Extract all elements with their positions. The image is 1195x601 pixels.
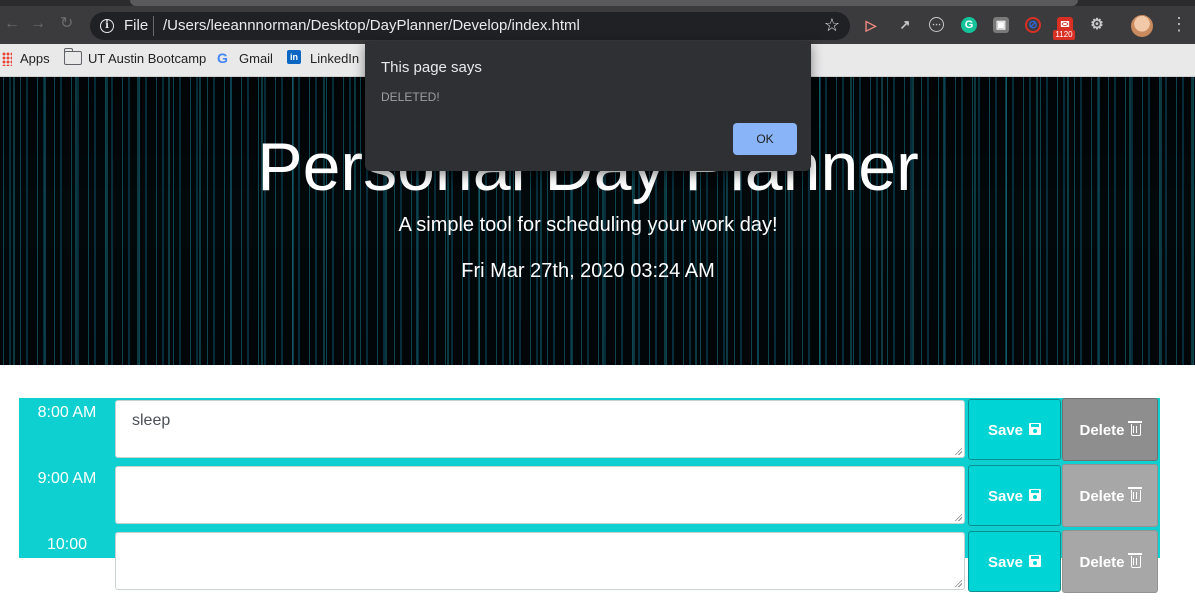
browser-menu-icon[interactable]: ⋮ xyxy=(1170,14,1188,34)
trash-icon xyxy=(1127,487,1142,503)
save-button[interactable]: Save xyxy=(968,399,1061,460)
grammarly-icon[interactable]: G xyxy=(961,17,977,33)
current-datetime: Fri Mar 27th, 2020 03:24 AM xyxy=(461,260,715,282)
task-textarea[interactable] xyxy=(115,532,965,590)
time-block-row: 10:00 Save Delete xyxy=(19,530,1160,596)
trash-icon xyxy=(1127,421,1142,437)
block-extension-icon[interactable]: ⊘ xyxy=(1025,17,1041,33)
hour-label: 8:00 AM xyxy=(37,404,97,421)
bookmark-ut-austin-bootcamp[interactable]: UT Austin Bootcamp xyxy=(88,51,206,67)
task-textarea[interactable] xyxy=(115,466,965,524)
page-subtitle: A simple tool for scheduling your work d… xyxy=(398,214,778,236)
url-text[interactable]: /Users/leeannnorman/Desktop/DayPlanner/D… xyxy=(163,17,580,35)
cast-extension-icon[interactable]: ▷ xyxy=(863,17,879,33)
folder-icon xyxy=(63,48,82,65)
bookmark-gmail[interactable]: Gmail xyxy=(239,51,273,67)
forward-arrow-icon[interactable]: → xyxy=(30,16,46,32)
dialog-title: This page says xyxy=(381,59,482,76)
floppy-disk-icon xyxy=(1029,489,1042,502)
delete-button-label: Delete xyxy=(1079,422,1125,439)
delete-button-label: Delete xyxy=(1079,488,1125,505)
save-button[interactable]: Save xyxy=(968,465,1061,526)
reload-icon[interactable]: ↻ xyxy=(60,16,73,32)
save-button-label: Save xyxy=(987,488,1024,505)
bookmark-star-icon[interactable]: ☆ xyxy=(824,15,840,35)
active-tab[interactable] xyxy=(130,0,1078,6)
delete-button-label: Delete xyxy=(1079,554,1125,571)
time-block-row: 8:00 AM sleep Save Delete xyxy=(19,398,1160,464)
mail-count-badge: 1120 xyxy=(1053,30,1075,40)
delete-button[interactable]: Delete xyxy=(1062,530,1158,593)
hour-label: 10:00 xyxy=(46,536,88,553)
save-button[interactable]: Save xyxy=(968,531,1061,592)
url-divider xyxy=(153,16,154,36)
delete-button[interactable]: Delete xyxy=(1062,464,1158,527)
code-extension-icon[interactable]: ⋯ xyxy=(929,17,944,32)
alert-dialog: This page says DELETED! OK xyxy=(365,41,811,171)
back-arrow-icon[interactable]: ← xyxy=(4,16,20,32)
gear-icon[interactable]: ⚙ xyxy=(1089,17,1105,33)
profile-avatar[interactable] xyxy=(1131,15,1153,37)
stats-extension-icon[interactable]: ↗ xyxy=(897,17,913,33)
floppy-disk-icon xyxy=(1029,423,1042,436)
planner-container: 8:00 AM sleep Save Delete 9:00 AM Save D… xyxy=(19,398,1160,593)
hour-label: 9:00 AM xyxy=(37,470,97,487)
google-icon: G xyxy=(217,50,228,66)
url-scheme-label: File xyxy=(124,17,149,34)
browser-toolbar: ← → ↻ i File /Users/leeannnorman/Desktop… xyxy=(0,0,1195,44)
bookmark-apps[interactable]: Apps xyxy=(20,51,50,67)
save-button-label: Save xyxy=(987,422,1024,439)
bookmark-linkedin[interactable]: LinkedIn xyxy=(310,51,359,67)
time-block-row: 9:00 AM Save Delete xyxy=(19,464,1160,530)
apps-grid-icon xyxy=(2,52,12,66)
linkedin-icon: in xyxy=(287,50,301,64)
task-textarea[interactable]: sleep xyxy=(115,400,965,458)
screenshot-extension-icon[interactable]: ▣ xyxy=(993,17,1009,33)
floppy-disk-icon xyxy=(1029,555,1042,568)
trash-icon xyxy=(1127,553,1142,569)
address-bar[interactable]: i File /Users/leeannnorman/Desktop/DayPl… xyxy=(90,12,850,40)
delete-button[interactable]: Delete xyxy=(1062,398,1158,461)
dialog-message: DELETED! xyxy=(381,90,440,104)
info-icon[interactable]: i xyxy=(100,19,114,33)
save-button-label: Save xyxy=(987,554,1024,571)
ok-button[interactable]: OK xyxy=(733,123,797,155)
